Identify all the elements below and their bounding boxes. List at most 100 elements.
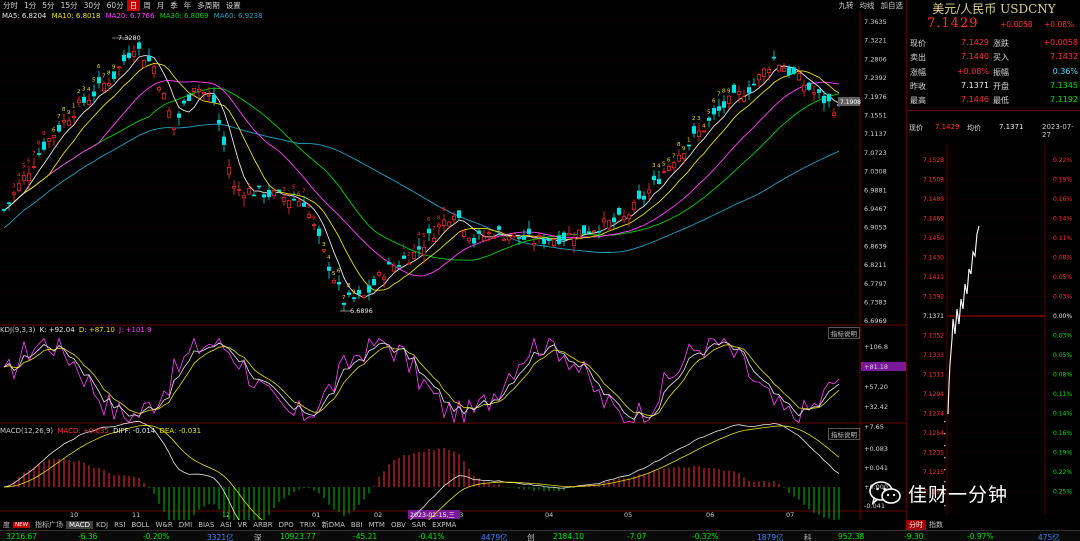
status-item: 创 bbox=[527, 533, 535, 541]
price-tick-label: 7.0723 bbox=[864, 149, 887, 157]
status-item: -0.41% bbox=[418, 532, 445, 541]
indicator-tab[interactable]: BOLL bbox=[128, 521, 152, 529]
candle-body bbox=[511, 233, 517, 237]
price-tick-label: 6.6969 bbox=[864, 317, 887, 325]
toolbar-right-button[interactable]: 九转 bbox=[836, 0, 857, 11]
indicator-tab[interactable]: BBI bbox=[348, 521, 366, 529]
candle-body bbox=[156, 87, 162, 91]
indicator-tab[interactable]: VR bbox=[235, 521, 251, 529]
macd-tick-label: +0.041 bbox=[864, 464, 888, 472]
indicator-tab[interactable]: OBV bbox=[388, 521, 409, 529]
indicator-tab[interactable]: MACD bbox=[66, 521, 94, 529]
candle-body bbox=[641, 195, 647, 200]
period-tab[interactable]: 1分 bbox=[21, 0, 39, 11]
candle-body bbox=[551, 239, 557, 246]
period-tab[interactable]: 月 bbox=[154, 0, 168, 11]
price-tick-label: 6.8639 bbox=[864, 242, 887, 250]
candle-body bbox=[46, 138, 52, 142]
indicator-tab[interactable]: RSI bbox=[111, 521, 128, 529]
ma5-line bbox=[3, 55, 840, 298]
period-tab[interactable]: 5分 bbox=[39, 0, 57, 11]
macd-title: MACD(12,26,9) bbox=[0, 427, 54, 435]
indicator-tab[interactable]: SAR bbox=[409, 521, 429, 529]
indicator-tab[interactable]: KDJ bbox=[93, 521, 111, 529]
kdj-d-line bbox=[3, 344, 840, 417]
nine-turn-mark: 3 bbox=[412, 244, 416, 250]
candle-body bbox=[61, 120, 67, 123]
period-tab[interactable]: 日 bbox=[126, 0, 141, 11]
candle-body bbox=[271, 190, 277, 197]
nine-turn-mark: 2 bbox=[407, 252, 411, 258]
candle-body bbox=[786, 67, 792, 76]
candle-body bbox=[816, 89, 822, 93]
indicator-tab[interactable]: DMI bbox=[176, 521, 196, 529]
right-tab[interactable]: 分时 bbox=[906, 520, 926, 530]
candle-body bbox=[111, 71, 117, 79]
period-tab[interactable]: 年 bbox=[181, 0, 195, 11]
candle-body bbox=[576, 229, 582, 238]
indicator-tab[interactable]: ASI bbox=[217, 521, 234, 529]
nine-turn-mark: 5 bbox=[292, 184, 296, 190]
right-tab[interactable]: 指数 bbox=[926, 520, 946, 530]
candle-body bbox=[231, 186, 237, 189]
quote-key: 买入 bbox=[993, 53, 1009, 63]
price-tick-label: 6.8211 bbox=[864, 261, 887, 269]
bottom-prefix: 度 bbox=[3, 521, 10, 529]
candle-body bbox=[131, 50, 137, 57]
period-tab[interactable]: 设置 bbox=[223, 0, 244, 11]
indicator-tab[interactable]: BIAS bbox=[195, 521, 217, 529]
candle-body bbox=[326, 266, 332, 271]
price-tick-label: 7.2806 bbox=[864, 55, 887, 63]
indicator-tab[interactable]: MTM bbox=[366, 521, 388, 529]
indicator-tabs: 度 NEW 指标广场 MACD KDJ RSI BOLL W&R DMI BIAS ASI VR ARB… bbox=[0, 520, 906, 530]
nine-turn-mark: 6 bbox=[52, 128, 56, 134]
mini-price-label: 7.1469 bbox=[923, 216, 944, 223]
indicator-tab[interactable]: W&R bbox=[152, 521, 175, 529]
nine-turn-mark: 9 bbox=[727, 88, 731, 94]
indicator-tab[interactable]: ARBR bbox=[250, 521, 275, 529]
candle-body bbox=[661, 171, 667, 173]
nine-turn-mark: 3 bbox=[697, 116, 701, 122]
kdj-help-button[interactable]: 指标说明 bbox=[828, 327, 860, 339]
indicator-tab[interactable]: 指标广场 bbox=[32, 520, 66, 530]
indicator-tab[interactable]: EXPMA bbox=[429, 521, 459, 529]
period-tab[interactable]: 季 bbox=[167, 0, 181, 11]
candlestick-chart[interactable]: 7.3635 7.3221 7.2806 7.2392 7.1976 7.1551 7.11… bbox=[0, 11, 906, 520]
toolbar-right-button[interactable]: 加自选 bbox=[878, 0, 907, 11]
status-item: -9.30 bbox=[904, 532, 924, 541]
candle-body bbox=[201, 92, 207, 95]
price-change-pct: +0.08% bbox=[1044, 20, 1075, 29]
candle-body bbox=[181, 100, 187, 104]
candle-body bbox=[316, 228, 322, 237]
period-tab[interactable]: 多周期 bbox=[194, 0, 223, 11]
nine-turn-mark: 6 bbox=[97, 64, 101, 70]
mini-price-label: 7.1294 bbox=[923, 391, 944, 398]
kdj-title: KDJ(9,3,3) bbox=[0, 326, 36, 334]
candle-body bbox=[251, 194, 257, 197]
period-tab[interactable]: 15分 bbox=[58, 0, 81, 11]
indicator-tab[interactable]: DPO bbox=[276, 521, 297, 529]
candle-body bbox=[546, 238, 552, 241]
macd-help-button[interactable]: 指标说明 bbox=[828, 428, 860, 440]
period-tab[interactable]: 分时 bbox=[0, 0, 21, 11]
candle-body bbox=[461, 230, 467, 237]
nine-turn-mark: 9 bbox=[112, 65, 116, 71]
indicator-tab[interactable]: TRIX bbox=[297, 521, 319, 529]
period-tab[interactable]: 周 bbox=[140, 0, 154, 11]
nine-turn-mark: 4 bbox=[417, 231, 421, 237]
indicator-tab[interactable]: 新DMA bbox=[319, 520, 348, 530]
toolbar-right-button[interactable]: 均线 bbox=[857, 0, 878, 11]
candle-body bbox=[781, 67, 787, 72]
period-tab[interactable]: 60分 bbox=[104, 0, 127, 11]
status-item: -0.32% bbox=[692, 532, 719, 541]
mini-pct-label: 0.14% bbox=[1053, 411, 1072, 418]
quote-value: 7.1432 bbox=[1050, 52, 1078, 62]
period-tab[interactable]: 30分 bbox=[81, 0, 104, 11]
nine-turn-mark: 2 bbox=[692, 116, 696, 122]
price-tick-label: 7.1976 bbox=[864, 93, 887, 101]
status-item: 科 bbox=[804, 533, 812, 541]
intraday-chart[interactable]: 7.1528 0.22% 7.1509 0.19% 7.1489 0.16% 7.1469 0… bbox=[907, 134, 1079, 520]
candle-body bbox=[706, 117, 712, 121]
mini-pct-label: 0.05% bbox=[1053, 274, 1072, 281]
nine-turn-mark: 7 bbox=[342, 295, 346, 301]
